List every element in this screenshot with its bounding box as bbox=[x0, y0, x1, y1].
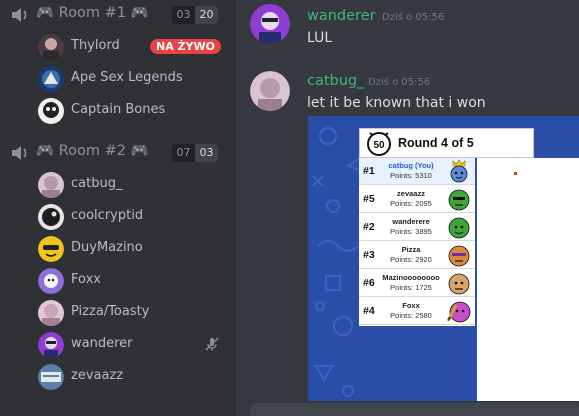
round-label: Round 4 of 5 bbox=[398, 136, 474, 150]
message-author[interactable]: catbug_ bbox=[307, 73, 364, 89]
message-input[interactable] bbox=[250, 403, 579, 416]
voice-channel-room-2[interactable]: 🎮 Room #2 🎮 07 03 bbox=[0, 138, 236, 168]
avatar bbox=[38, 268, 64, 294]
paint-dot bbox=[514, 172, 517, 175]
player-row: #5 zevaazz Points: 2095 bbox=[359, 186, 475, 213]
avatar bbox=[38, 332, 64, 358]
user-count: 03 20 bbox=[172, 6, 218, 24]
player-avatar bbox=[448, 245, 470, 267]
voice-member[interactable]: Foxx bbox=[38, 266, 234, 296]
avatar bbox=[38, 34, 64, 60]
timer-clock-icon: 50 bbox=[367, 132, 391, 156]
voice-member[interactable]: Thylord NA ŻYWO bbox=[38, 32, 234, 62]
crown-icon bbox=[452, 159, 466, 167]
chat-panel: wanderer Dziś o 05:56 LUL catbug_ Dziś o… bbox=[236, 0, 579, 416]
gamepad-icon: 🎮 bbox=[130, 5, 149, 21]
image-attachment[interactable]: 50 Round 4 of 5 #1 catbug (You) Points: … bbox=[308, 116, 579, 401]
voice-member[interactable]: DuyMazino bbox=[38, 234, 234, 264]
speaker-icon bbox=[12, 146, 27, 160]
gamepad-icon: 🎮 bbox=[36, 5, 55, 21]
avatar bbox=[38, 364, 64, 390]
avatar bbox=[38, 236, 64, 262]
avatar bbox=[38, 172, 64, 198]
message-timestamp: Dziś o 05:56 bbox=[368, 77, 431, 88]
voice-member[interactable]: catbug_ bbox=[38, 170, 234, 200]
message-author[interactable]: wanderer bbox=[307, 8, 376, 24]
voice-member[interactable]: wanderer bbox=[38, 330, 234, 360]
timer-value: 50 bbox=[373, 140, 385, 151]
player-list: #1 catbug (You) Points: 5310 #5 zevaazz bbox=[359, 158, 475, 326]
avatar bbox=[38, 204, 64, 230]
drawing-canvas bbox=[477, 158, 579, 401]
player-avatar bbox=[448, 189, 470, 211]
player-row: #3 Pizza Points: 2920 bbox=[359, 242, 475, 269]
player-avatar bbox=[448, 217, 470, 239]
user-count: 07 03 bbox=[172, 144, 218, 162]
gamepad-icon: 🎮 bbox=[130, 143, 149, 159]
voice-member[interactable]: Ape Sex Legends bbox=[38, 64, 234, 94]
player-row: #2 wanderere Points: 3895 bbox=[359, 214, 475, 241]
voice-member[interactable]: coolcryptid bbox=[38, 202, 234, 232]
player-avatar bbox=[448, 273, 470, 295]
player-avatar bbox=[447, 301, 471, 323]
speaker-icon bbox=[12, 8, 27, 22]
mic-muted-icon bbox=[205, 337, 219, 351]
game-board: 50 Round 4 of 5 #1 catbug (You) Points: … bbox=[359, 128, 579, 401]
player-row: #1 catbug (You) Points: 5310 bbox=[359, 158, 475, 185]
message-text: LUL bbox=[307, 30, 333, 46]
voice-member[interactable]: Pizza/Toasty bbox=[38, 298, 234, 328]
voice-channel-sidebar: 🎮 Room #1 🎮 03 20 Thylord NA ŻYWO Ape Se… bbox=[0, 0, 236, 416]
room-title: 🎮 Room #2 🎮 bbox=[36, 143, 149, 159]
live-badge: NA ŻYWO bbox=[150, 39, 221, 54]
gamepad-icon: 🎮 bbox=[36, 143, 55, 159]
room-title: 🎮 Room #1 🎮 bbox=[36, 5, 149, 21]
voice-member[interactable]: zevaazz bbox=[38, 362, 234, 392]
round-header: 50 Round 4 of 5 bbox=[359, 128, 534, 158]
avatar[interactable] bbox=[250, 71, 290, 111]
avatar[interactable] bbox=[250, 4, 290, 44]
avatar bbox=[38, 66, 64, 92]
player-avatar bbox=[450, 159, 468, 183]
avatar bbox=[38, 98, 64, 124]
voice-channel-room-1[interactable]: 🎮 Room #1 🎮 03 20 bbox=[0, 0, 236, 30]
player-row: #6 Mazinoooooooo Points: 1725 bbox=[359, 270, 475, 297]
avatar bbox=[38, 300, 64, 326]
player-row: #4 Foxx Points: 2580 bbox=[359, 298, 475, 325]
message-text: let it be known that i won bbox=[307, 95, 486, 111]
message-timestamp: Dziś o 05:56 bbox=[382, 12, 445, 23]
voice-member[interactable]: Captain Bones bbox=[38, 96, 234, 126]
